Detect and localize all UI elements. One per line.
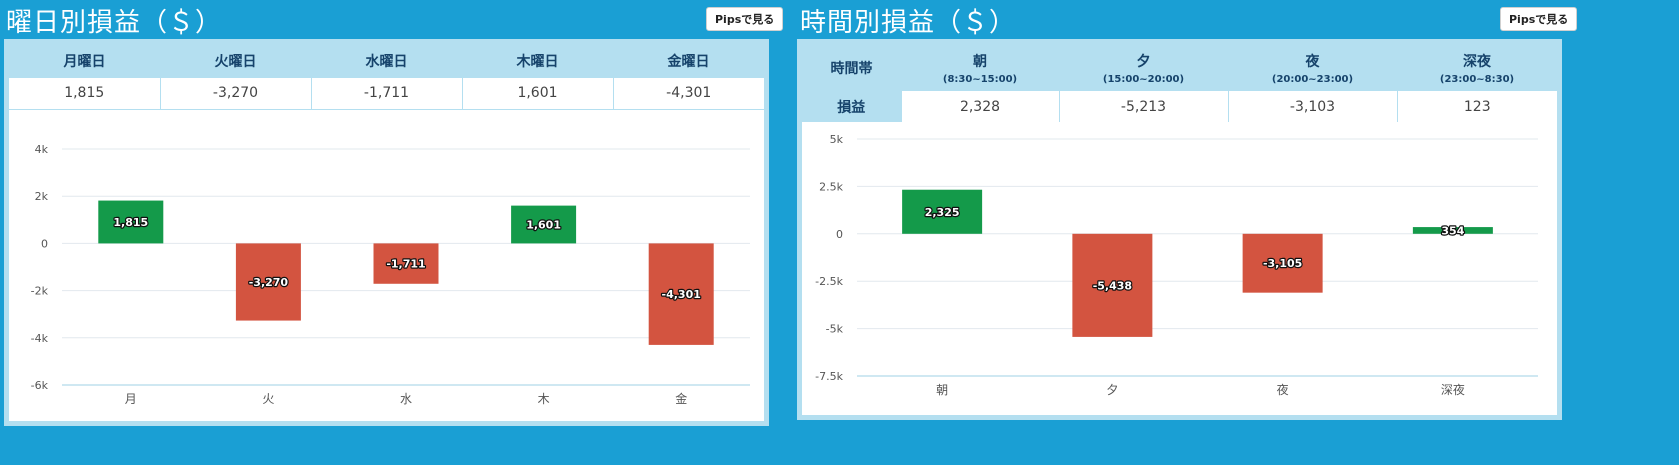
header-latenight: 深夜 (23:00~8:30) <box>1397 44 1557 91</box>
time-chart-data-label: -3,105 <box>1263 257 1302 270</box>
value-thursday: 1,601 <box>461 78 613 109</box>
value-friday: -4,301 <box>612 78 764 109</box>
value-morning: 2,328 <box>900 91 1059 122</box>
header-evening-range: (15:00~20:00) <box>1102 73 1185 85</box>
time-chart-ytick-label: 0 <box>836 228 843 241</box>
time-chart-data-label: -5,438 <box>1093 279 1132 292</box>
day-chart-data-label: 1,815 <box>113 215 148 228</box>
day-pnl-title: 曜日別損益（＄） <box>6 8 223 38</box>
time-pnl-table: 時間帯 朝 (8:30~15:00) 夕 (15:00~20:00) 夜 (20:00… <box>802 44 1557 122</box>
day-chart-xtick-label: 木 <box>538 392 550 406</box>
header-night-range: (20:00~23:00) <box>1271 73 1354 85</box>
header-pnl: 損益 <box>802 91 901 122</box>
day-chart-xtick-label: 火 <box>262 392 274 406</box>
time-chart-ytick-label: 2.5k <box>819 180 843 193</box>
day-chart-ytick-label: -4k <box>31 331 49 344</box>
header-friday: 金曜日 <box>613 44 764 78</box>
day-chart-xtick-label: 金 <box>675 391 687 406</box>
day-chart-data-label: 1,601 <box>526 218 561 231</box>
day-chart-ytick-label: -6k <box>31 379 49 392</box>
header-evening: 夕 (15:00~20:00) <box>1059 44 1228 91</box>
day-chart-ytick-label: 2k <box>35 190 49 203</box>
time-chart-xtick-label: 夕 <box>1106 383 1118 397</box>
header-morning-label: 朝 <box>973 53 987 70</box>
time-chart-xtick-label: 夜 <box>1277 382 1289 397</box>
day-chart-ytick-label: 4k <box>35 143 49 156</box>
time-chart-ytick-label: -2.5k <box>815 275 843 288</box>
time-pnl-card: 時間帯 朝 (8:30~15:00) 夕 (15:00~20:00) 夜 (20:00… <box>797 39 1562 420</box>
time-chart-ytick-label: -5k <box>826 323 844 336</box>
header-night-label: 夜 <box>1305 53 1320 70</box>
header-wednesday: 水曜日 <box>311 44 462 78</box>
day-chart-data-label: -3,270 <box>249 275 289 288</box>
day-chart-data-label: -4,301 <box>662 288 701 301</box>
header-latenight-range: (23:00~8:30) <box>1439 73 1515 85</box>
time-chart-ytick-label: 5k <box>830 133 844 146</box>
day-pips-button[interactable]: Pipsで見る <box>706 7 784 31</box>
time-chart-xtick-label: 朝 <box>936 383 948 397</box>
header-morning: 朝 (8:30~15:00) <box>901 44 1059 91</box>
header-latenight-label: 深夜 <box>1463 53 1491 70</box>
time-pnl-title: 時間別損益（＄） <box>800 8 1017 38</box>
time-chart-xtick-label: 深夜 <box>1441 382 1465 397</box>
time-chart-data-label: 2,325 <box>925 206 960 219</box>
header-thursday: 木曜日 <box>462 44 613 78</box>
header-tuesday: 火曜日 <box>160 44 311 78</box>
value-latenight: 123 <box>1396 91 1557 122</box>
header-timeslot: 時間帯 <box>802 44 901 91</box>
value-wednesday: -1,711 <box>310 78 462 109</box>
time-chart-ytick-label: -7.5k <box>815 370 843 383</box>
header-monday: 月曜日 <box>9 44 160 78</box>
value-evening: -5,213 <box>1058 91 1228 122</box>
value-tuesday: -3,270 <box>159 78 311 109</box>
day-chart-ytick-label: 0 <box>41 237 48 250</box>
day-chart-xtick-label: 月 <box>125 392 137 406</box>
time-chart-data-label: 354 <box>1441 224 1464 237</box>
day-chart-ytick-label: -2k <box>31 284 49 297</box>
value-monday: 1,815 <box>64 85 105 102</box>
day-chart-xtick-label: 水 <box>400 392 412 406</box>
header-morning-range: (8:30~15:00) <box>942 73 1018 85</box>
day-chart-data-label: -1,711 <box>386 257 425 270</box>
time-pnl-chart: 5k 2.5k 0 -2.5k -5k -7.5k 2,325 朝 -5,438 夕 -3,105 夜… <box>815 133 1538 397</box>
header-night: 夜 (20:00~23:00) <box>1228 44 1397 91</box>
header-evening-label: 夕 <box>1136 53 1151 70</box>
day-pnl-table: 月曜日 火曜日 水曜日 木曜日 金曜日 1,815 -3,270 -1,711 … <box>9 44 764 110</box>
time-pips-button[interactable]: Pipsで見る <box>1500 7 1578 31</box>
value-night: -3,103 <box>1227 91 1397 122</box>
day-pnl-chart: 4k 2k 0 -2k -4k -6k 1,815 月 -3,270 火 -1,711 水 1,601 木… <box>31 143 750 406</box>
day-pnl-card: 月曜日 火曜日 水曜日 木曜日 金曜日 1,815 -3,270 -1,711 … <box>4 39 769 426</box>
